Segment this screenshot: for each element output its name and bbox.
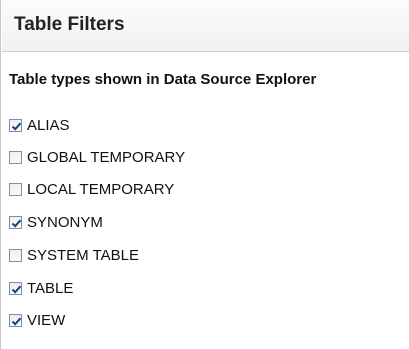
filter-label-table: TABLE	[27, 279, 74, 297]
filter-item-system-table[interactable]: SYSTEM TABLE	[9, 246, 139, 264]
table-filters-panel: Table Filters Table types shown in Data …	[0, 0, 409, 349]
checkmark-icon	[11, 285, 22, 294]
filter-label-view: VIEW	[27, 311, 66, 329]
filter-label-local-temporary: LOCAL TEMPORARY	[27, 180, 175, 198]
panel-header: Table Filters	[2, 0, 409, 52]
checkmark-icon	[11, 122, 22, 131]
filter-item-local-temporary[interactable]: LOCAL TEMPORARY	[9, 180, 174, 198]
checkbox-synonym[interactable]	[9, 215, 22, 229]
filter-item-alias[interactable]: ALIAS	[9, 116, 70, 134]
filter-item-global-temporary[interactable]: GLOBAL TEMPORARY	[9, 148, 185, 166]
filter-item-table[interactable]: TABLE	[9, 279, 73, 297]
filter-label-system-table: SYSTEM TABLE	[27, 246, 139, 264]
checkmark-icon	[11, 219, 22, 228]
filter-label-global-temporary: GLOBAL TEMPORARY	[27, 148, 186, 166]
checkbox-view[interactable]	[9, 313, 22, 327]
checkbox-system-table[interactable]	[9, 248, 22, 262]
checkbox-table[interactable]	[9, 281, 22, 295]
filter-item-view[interactable]: VIEW	[9, 311, 65, 329]
checkbox-local-temporary[interactable]	[9, 182, 22, 196]
filter-item-synonym[interactable]: SYNONYM	[9, 213, 103, 231]
section-label: Table types shown in Data Source Explore…	[9, 71, 317, 88]
checkmark-icon	[11, 317, 22, 326]
checkbox-global-temporary[interactable]	[9, 150, 22, 164]
filter-label-alias: ALIAS	[27, 116, 70, 134]
checkbox-alias[interactable]	[9, 118, 22, 132]
filter-label-synonym: SYNONYM	[27, 213, 103, 231]
panel-title: Table Filters	[14, 14, 125, 35]
